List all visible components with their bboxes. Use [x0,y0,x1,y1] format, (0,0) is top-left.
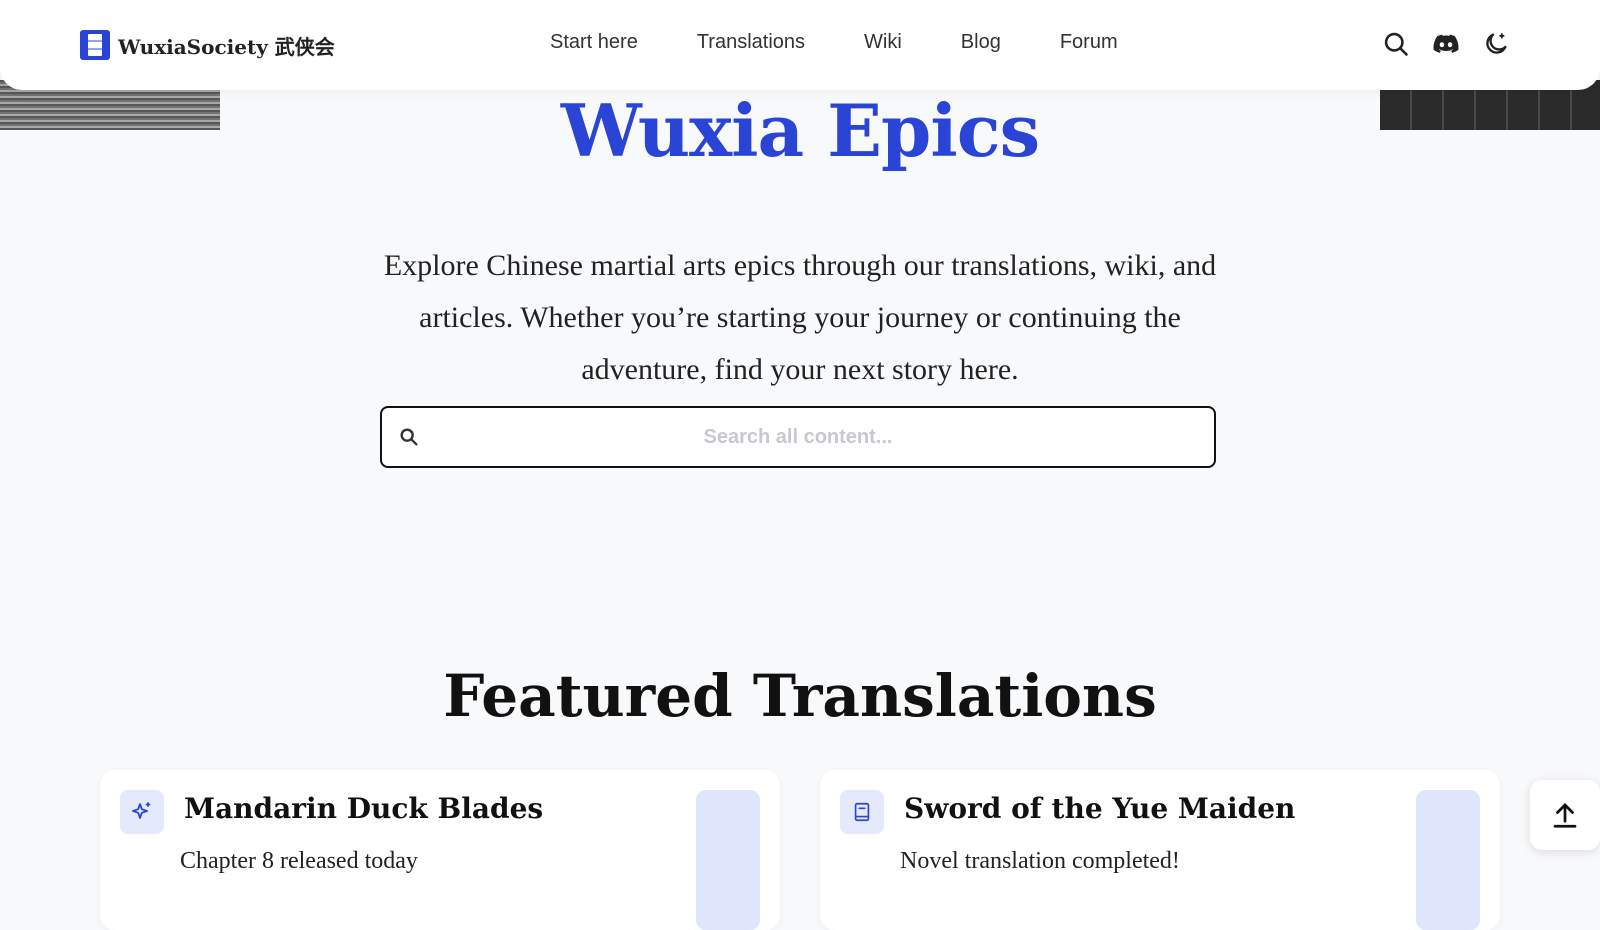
hero-title: Wuxia Epics [560,88,1040,173]
site-logo[interactable]: WuxiaSociety 武侠会 [80,30,335,60]
card-title: Sword of the Yue Maiden [904,792,1296,825]
hero-description: Explore Chinese martial arts epics throu… [383,249,1217,386]
header-actions [1382,30,1510,58]
back-to-top-button[interactable] [1530,780,1600,850]
nav-start-here[interactable]: Start here [550,31,638,54]
site-header: WuxiaSociety 武侠会 Start here Translations… [0,0,1600,90]
featured-card[interactable]: Mandarin Duck Blades Chapter 8 released … [100,770,780,930]
nav-wiki[interactable]: Wiki [864,31,902,54]
search-icon[interactable] [1382,30,1410,58]
nav-translations[interactable]: Translations [697,31,805,54]
logo-mark-icon [80,30,110,60]
card-subtitle: Novel translation completed! [900,848,1180,874]
nav-blog[interactable]: Blog [961,31,1001,54]
discord-icon[interactable] [1432,30,1460,58]
card-subtitle: Chapter 8 released today [180,848,418,874]
search-input[interactable] [382,408,1214,466]
card-cover-image [1416,790,1480,930]
moon-icon[interactable] [1482,30,1510,58]
featured-card[interactable]: Sword of the Yue Maiden Novel translatio… [820,770,1500,930]
arrow-up-icon [1553,803,1577,828]
logo-text: WuxiaSociety 武侠会 [118,34,335,59]
hero-search [380,406,1216,468]
main-nav: Start here Translations Wiki Blog Forum [550,31,1177,54]
book-icon [840,790,884,834]
featured-section-title: Featured Translations [443,662,1157,730]
nav-forum[interactable]: Forum [1060,31,1118,54]
card-title: Mandarin Duck Blades [184,792,544,825]
sparkle-icon [120,790,164,834]
card-cover-image [696,790,760,930]
